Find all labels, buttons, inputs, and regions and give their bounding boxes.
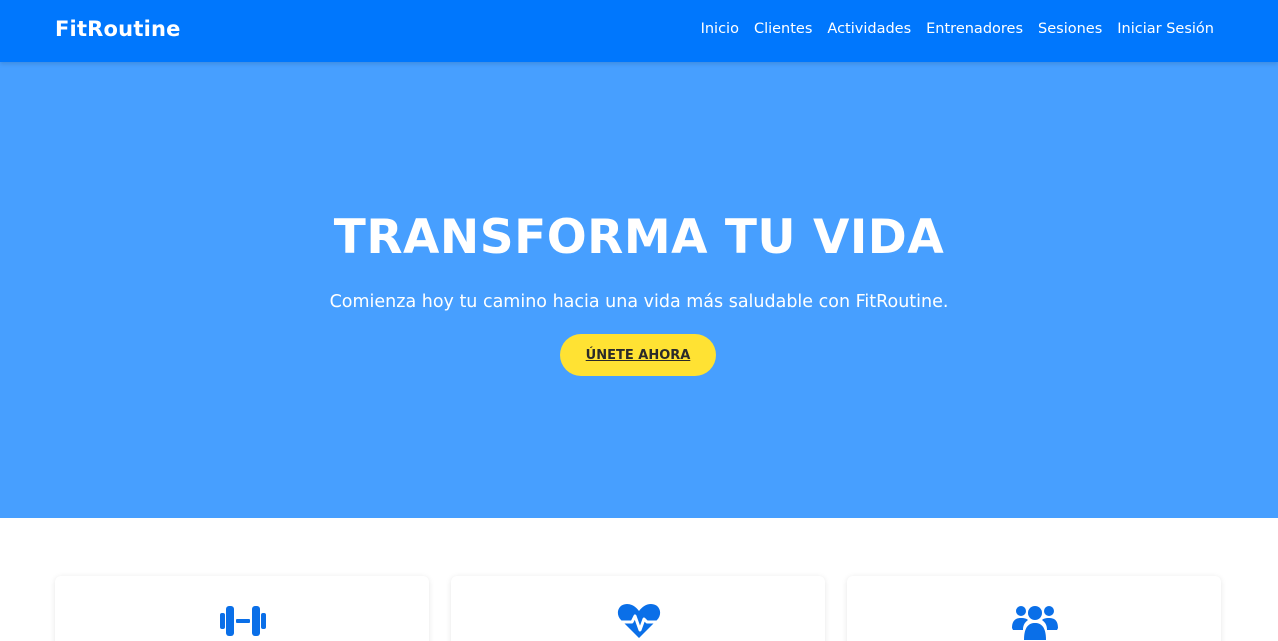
- hero-subtitle: Comienza hoy tu camino hacia una vida má…: [329, 292, 949, 312]
- features-section: [0, 518, 1278, 641]
- feature-card-community: [847, 576, 1221, 641]
- nav-link-actividades[interactable]: Actividades: [827, 21, 911, 37]
- users-icon: [1012, 606, 1058, 640]
- nav-link-inicio[interactable]: Inicio: [701, 21, 739, 37]
- nav-link-entrenadores[interactable]: Entrenadores: [926, 21, 1023, 37]
- nav-link-clientes[interactable]: Clientes: [754, 21, 812, 37]
- nav-link-iniciar-sesion[interactable]: Iniciar Sesión: [1117, 21, 1214, 37]
- feature-card-training: [55, 576, 429, 641]
- feature-card-health: [451, 576, 825, 641]
- dumbbell-icon: [220, 606, 266, 636]
- join-now-button[interactable]: ÚNETE AHORA: [560, 334, 716, 376]
- brand-logo[interactable]: FitRoutine: [55, 17, 181, 41]
- heartbeat-icon: [617, 604, 661, 638]
- nav-link-sesiones[interactable]: Sesiones: [1038, 21, 1102, 37]
- nav-links: Inicio Clientes Actividades Entrenadores…: [701, 21, 1214, 37]
- hero-title: TRANSFORMA TU VIDA: [333, 210, 945, 265]
- navbar: FitRoutine Inicio Clientes Actividades E…: [0, 0, 1278, 62]
- hero-section: TRANSFORMA TU VIDA Comienza hoy tu camin…: [0, 62, 1278, 518]
